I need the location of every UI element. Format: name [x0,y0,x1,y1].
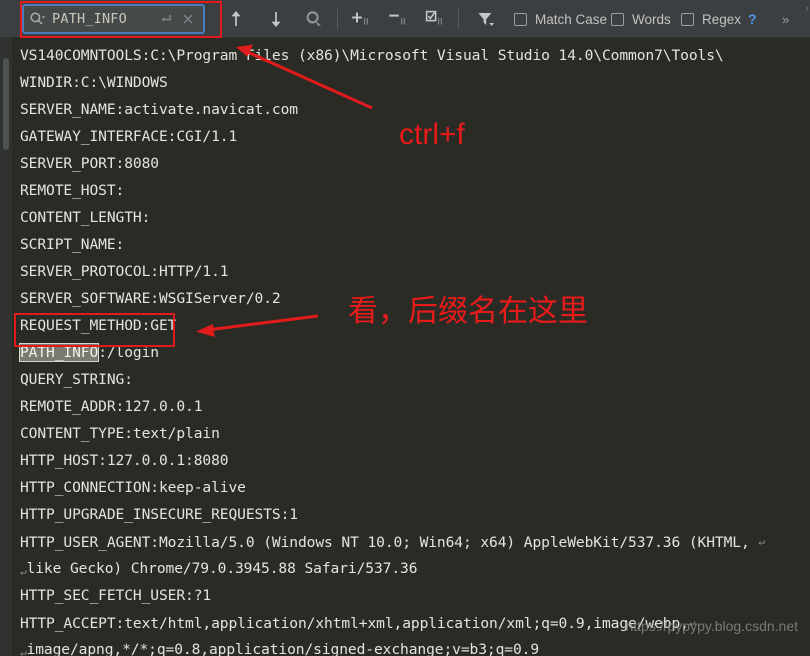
console-line-text: REMOTE_ADDR:127.0.0.1 [20,398,203,415]
annotation-ctrl-f: ctrl+f [399,118,465,151]
console-line-text: HTTP_USER_AGENT:Mozilla/5.0 (Windows NT … [20,534,759,551]
console-line: CONTENT_TYPE:text/plain [20,420,810,447]
console-line: QUERY_STRING: [20,366,810,393]
console-line-text: HTTP_ACCEPT:text/html,application/xhtml+… [20,615,689,632]
select-all-columns-icon[interactable]: II [422,4,450,34]
console-gutter [0,38,12,656]
search-match-highlight: PATH_INFO [18,343,100,362]
console-line: ↵image/apng,*/*;q=0.8,application/signed… [20,636,810,656]
console-line: ↵like Gecko) Chrome/79.0.3945.88 Safari/… [20,555,810,582]
console-scrollbar-thumb[interactable] [3,58,9,150]
annotation-chinese-note: 看，后缀名在这里 [348,294,588,329]
console-line-text: VS140COMNTOOLS:C:\Program Files (x86)\Mi… [20,47,724,64]
svg-text:II: II [438,18,443,28]
console-line: HTTP_CONNECTION:keep-alive [20,474,810,501]
match-case-option[interactable]: Match Case [514,0,607,38]
match-case-checkbox[interactable] [514,12,527,26]
console-line: HTTP_HOST:127.0.0.1:8080 [20,447,810,474]
toolbar-separator [337,9,338,29]
console-line: PATH_INFO:/login [18,339,810,366]
words-label: Words [632,11,671,27]
remove-selection-icon[interactable]: II [385,4,413,34]
search-icon[interactable] [29,11,45,27]
console-line: SERVER_PROTOCOL:HTTP/1.1 [20,258,810,285]
console-line: SCRIPT_NAME: [20,231,810,258]
console-line: REMOTE_ADDR:127.0.0.1 [20,393,810,420]
console-line-text: HTTP_UPGRADE_INSECURE_REQUESTS:1 [20,506,298,523]
console-line-text: SERVER_PROTOCOL:HTTP/1.1 [20,263,229,280]
add-selection-icon[interactable]: II [348,4,376,34]
search-field[interactable]: PATH_INFO [22,4,205,34]
console-line-text: SERVER_NAME:activate.navicat.com [20,101,298,118]
console-line: HTTP_SEC_FETCH_USER:?1 [20,582,810,609]
svg-text:II: II [401,18,406,28]
regex-checkbox[interactable] [681,12,694,26]
regex-label: Regex [702,11,742,27]
console-line: CONTENT_LENGTH: [20,204,810,231]
console-line-text: like Gecko) Chrome/79.0.3945.88 Safari/5… [26,560,418,577]
console-line: VS140COMNTOOLS:C:\Program Files (x86)\Mi… [20,42,810,69]
toolbar-separator-2 [458,9,459,29]
console-line-text: SERVER_SOFTWARE:WSGIServer/0.2 [20,290,281,307]
find-in-console-screen: PATH_INFO II II II Match Case Words Rege… [0,0,810,656]
history-arrow-icon[interactable] [155,11,177,27]
regex-help-link[interactable]: ? [748,0,757,38]
console-line-text: CONTENT_TYPE:text/plain [20,425,220,442]
console-line-text: QUERY_STRING: [20,371,133,388]
console-line-text: HTTP_CONNECTION:keep-alive [20,479,246,496]
console-line-text: SERVER_PORT:8080 [20,155,159,172]
words-option[interactable]: Words [611,0,671,38]
console-line-text: HTTP_HOST:127.0.0.1:8080 [20,452,229,469]
collapse-chevron-icon[interactable]: › [805,1,809,15]
console-line-text: CONTENT_LENGTH: [20,209,151,226]
words-checkbox[interactable] [611,12,624,26]
console-line: HTTP_USER_AGENT:Mozilla/5.0 (Windows NT … [20,528,810,555]
select-all-occurrences-icon[interactable] [300,4,328,34]
match-case-label: Match Case [535,11,608,27]
wrap-indicator-icon: ↵ [758,535,765,548]
regex-option[interactable]: Regex [681,0,741,38]
console-line: HTTP_UPGRADE_INSECURE_REQUESTS:1 [20,501,810,528]
console-line: WINDIR:C:\WINDOWS [20,69,810,96]
console-line-text: GATEWAY_INTERFACE:CGI/1.1 [20,128,238,145]
search-toolbar: PATH_INFO II II II Match Case Words Rege… [0,0,810,38]
console-line-text: WINDIR:C:\WINDOWS [20,74,168,91]
console-line-text: REMOTE_HOST: [20,182,125,199]
find-previous-icon[interactable] [222,4,250,34]
console-line-text: image/apng,*/*;q=0.8,application/signed-… [26,641,540,656]
more-options-button[interactable]: » [782,0,789,38]
console-line: SERVER_PORT:8080 [20,150,810,177]
search-input[interactable]: PATH_INFO [45,11,155,27]
console-line-text: REQUEST_METHOD:GET [20,317,177,334]
console-line-text: SCRIPT_NAME: [20,236,125,253]
console-line-text: HTTP_SEC_FETCH_USER:?1 [20,587,212,604]
find-next-icon[interactable] [262,4,290,34]
console-line: REMOTE_HOST: [20,177,810,204]
filter-icon[interactable] [472,4,500,34]
clear-icon[interactable] [177,12,199,26]
console-line-text: :/login [98,344,159,361]
svg-text:II: II [364,18,369,28]
watermark: https://pypypy.blog.csdn.net [625,618,798,634]
